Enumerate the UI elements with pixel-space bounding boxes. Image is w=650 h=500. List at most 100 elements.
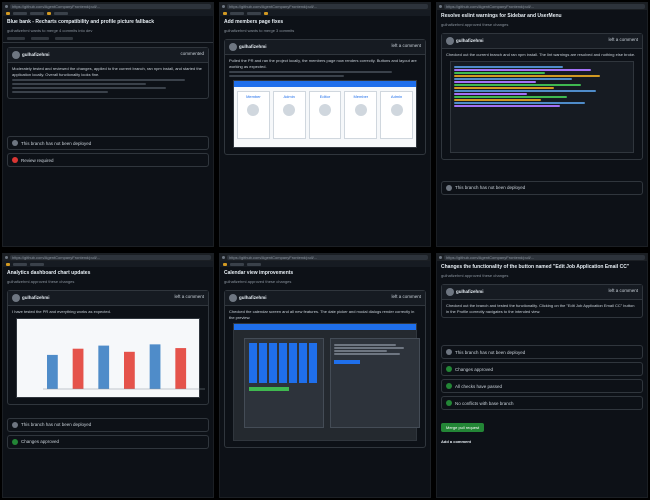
tab-commits[interactable] [31,37,49,40]
pr-title: Resolve eslint warnings for Sidebar and … [441,13,562,19]
bookmark-item[interactable] [230,262,244,266]
comment-text: Checked out the current branch and ran n… [446,52,636,57]
comment-text: Checked out the branch and tested the fu… [446,303,635,314]
bookmark-item[interactable] [247,262,261,266]
bookmark-item[interactable] [30,11,44,15]
comment-header: gulhafizehmi left a comment [225,291,425,306]
bookmark-item[interactable] [230,11,244,15]
tab-files[interactable] [55,37,73,40]
code-line [454,84,582,86]
check-circle-icon [446,400,452,406]
folder-icon[interactable] [223,11,227,15]
confirm-button[interactable] [249,387,289,391]
comment-header: gulhafizehmi left a comment [8,291,208,306]
browser-chrome: https://github.com/AgentCompanyFrontend/… [220,254,430,261]
window-dot [439,256,442,259]
folder-icon[interactable] [47,11,51,15]
comment-body: Checked the calendar screen and all new … [225,306,425,447]
code-line [454,93,527,95]
folder-icon[interactable] [6,11,10,15]
pr-title: Add members page fixes [224,19,284,25]
avatar [390,103,403,116]
panel-2: https://github.com/AgentCompanyFrontend/… [219,2,431,247]
modal-dialog [330,338,420,428]
commenter-name[interactable]: gulhafizehmi [239,44,267,49]
browser-chrome: https://github.com/AgentCompanyFrontend/… [220,3,430,10]
bookmark-item[interactable] [30,262,44,266]
chart-bar [72,348,84,389]
conflicts-status-label: No conflicts with base branch [455,400,514,406]
commenter-name[interactable]: gulhafizehmi [456,38,484,43]
chart-bar [175,347,187,389]
comment-text: Moderately tested and reviewed the chang… [12,66,202,77]
comment-body: Checked out the current branch and ran n… [442,49,642,159]
pr-meta: gulhafizehmi approved these changes [7,279,75,284]
save-button[interactable] [334,359,360,364]
pr-title: Blue bank - Recharts compatibility and p… [7,19,154,25]
comment-time: commented [180,51,204,56]
bookmark-item[interactable] [13,262,27,266]
url-bar[interactable]: https://github.com/AgentCompanyFrontend/… [10,4,211,9]
deploy-status-label: This branch has not been deployed [455,185,526,190]
text-line [12,79,185,81]
code-line [454,81,536,83]
form-line [334,347,405,349]
member-role: Member [246,94,261,99]
avatar [247,103,260,116]
avatar [354,103,367,116]
chart-bar [98,345,110,389]
check-circle-icon [446,366,452,372]
avatar [283,103,296,116]
bar-chart [43,343,205,389]
commenter-name[interactable]: gulhafizehmi [22,295,50,300]
url-bar[interactable]: https://github.com/AgentCompanyFrontend/… [10,255,211,260]
member-role: Admin [390,94,403,99]
rocket-icon [446,349,452,355]
deploy-status-label: This branch has not been deployed [455,349,526,355]
pr-meta: gulhafizehmi approved these changes [224,279,292,284]
url-bar[interactable]: https://github.com/AgentCompanyFrontend/… [444,4,645,9]
folder-icon[interactable] [223,262,227,266]
bookmark-item[interactable] [13,11,27,15]
folder-icon[interactable] [6,262,10,266]
chart-bar [47,354,58,389]
panel-5: https://github.com/AgentCompanyFrontend/… [219,253,431,498]
window-dot [439,5,442,8]
conflicts-status: No conflicts with base branch [441,396,643,410]
comment-header: gulhafizehmi commented [8,48,208,63]
panel-3: https://github.com/AgentCompanyFrontend/… [436,2,648,247]
comment-time: left a comment [391,294,421,299]
x-circle-icon [12,157,18,163]
code-line [454,72,545,74]
chart-bar [149,343,161,389]
deploy-status-label: This branch has not been deployed [21,140,92,146]
deploy-status: This branch has not been deployed [441,180,643,195]
url-bar[interactable]: https://github.com/AgentCompanyFrontend/… [227,4,428,9]
members-screenshot: Member Admin Editor Member Admin [233,80,417,148]
url-bar[interactable]: https://github.com/AgentCompanyFrontend/… [444,255,645,260]
url-bar[interactable]: https://github.com/AgentCompanyFrontend/… [227,255,428,260]
code-line [454,90,596,92]
bookmark-item[interactable] [54,11,68,15]
date-grid[interactable] [249,343,319,383]
comment-text: I have tested the PR and everything work… [12,309,111,314]
member-card: Member [237,91,270,139]
rocket-icon [12,140,18,146]
avatar [12,294,20,302]
commenter-name[interactable]: gulhafizehmi [456,289,484,294]
code-editor-screenshot [450,60,634,153]
member-card: Admin [380,91,413,139]
pr-meta: gulhafizehmi approved these changes [441,273,509,278]
comment-text: Pulled the PR and ran the project locall… [229,58,417,69]
bookmark-item[interactable] [247,11,261,15]
commenter-name[interactable]: gulhafizehmi [22,52,50,57]
merge-button[interactable]: Merge pull request [441,423,485,432]
tab-conversation[interactable] [7,37,25,40]
text-line [12,83,147,85]
commenter-name[interactable]: gulhafizehmi [239,295,267,300]
check-circle-icon [446,383,452,389]
member-role: Admin [283,94,295,99]
folder-icon[interactable] [264,11,268,15]
form-line [334,350,387,352]
deploy-status: This branch has not been deployed [441,345,643,359]
